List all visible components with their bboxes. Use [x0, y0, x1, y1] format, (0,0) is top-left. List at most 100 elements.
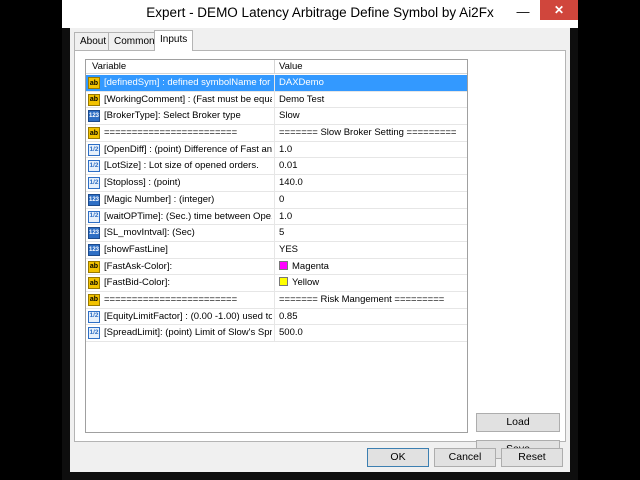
variable-value[interactable]: ======= Slow Broker Setting =========	[279, 127, 465, 138]
color-name: Magenta	[292, 260, 329, 272]
variable-name: [SpreadLimit]: (point) Limit of Slow's S…	[104, 327, 272, 339]
color-swatch	[279, 260, 288, 270]
string-type-icon: ab	[88, 93, 100, 106]
cell-divider	[274, 141, 275, 158]
inputs-panel: Variable Value ab [definedSym] : defined …	[74, 50, 566, 459]
double-type-icon: 1/2	[88, 310, 100, 323]
input-row[interactable]: 1/2 [EquityLimitFactor] : (0.00 -1.00) us…	[86, 308, 467, 326]
input-row[interactable]: 123 [SL_movIntval]: (Sec) 5	[86, 225, 467, 242]
close-button[interactable]: ✕	[540, 0, 578, 20]
cancel-button[interactable]: Cancel	[434, 448, 496, 467]
window-title: Expert - DEMO Latency Arbitrage Define S…	[146, 5, 494, 20]
expert-properties-window: Expert - DEMO Latency Arbitrage Define S…	[62, 0, 578, 480]
variable-value[interactable]: 1.0	[279, 144, 465, 155]
double-type-icon: 1/2	[88, 160, 100, 173]
variable-name: [WorkingComment] : (Fast must be equal..…	[104, 93, 272, 105]
grid-rows: ab [definedSym] : defined symbolName for …	[86, 75, 467, 342]
variable-name: [Magic Number] : (integer)	[104, 193, 215, 205]
column-divider[interactable]	[274, 60, 275, 74]
cell-divider	[274, 108, 275, 125]
integer-type-icon: 123	[88, 243, 100, 256]
cell-divider	[274, 225, 275, 241]
variable-value[interactable]: ======= Risk Mangement =========	[279, 294, 465, 305]
double-type-icon: 1/2	[88, 210, 100, 223]
cell-divider	[274, 208, 275, 225]
variable-name: ========================	[104, 293, 238, 305]
variable-name: [SL_movIntval]: (Sec)	[104, 227, 195, 239]
reset-button[interactable]: Reset	[501, 448, 563, 467]
input-row[interactable]: ab [definedSym] : defined symbolName for …	[86, 75, 467, 92]
cell-divider	[274, 275, 275, 291]
variable-value[interactable]: 500.0	[279, 327, 465, 338]
string-type-icon: ab	[88, 277, 100, 290]
string-type-icon: ab	[88, 127, 100, 140]
cell-divider	[274, 241, 275, 258]
variable-value[interactable]: 5	[279, 227, 465, 238]
input-row[interactable]: ab [FastBid-Color]: Yellow	[86, 275, 467, 292]
variable-name: ========================	[104, 127, 238, 139]
variable-name: [BrokerType]: Select Broker type	[104, 110, 241, 122]
variable-name: [OpenDiff] : (point) Difference of Fast …	[104, 143, 272, 155]
load-button[interactable]: Load	[476, 413, 560, 432]
string-type-icon: ab	[88, 260, 100, 273]
ok-button[interactable]: OK	[367, 448, 429, 467]
integer-type-icon: 123	[88, 193, 100, 206]
tab-common[interactable]: Common	[108, 32, 161, 50]
cell-divider	[274, 258, 275, 275]
column-header-variable[interactable]: Variable	[92, 61, 126, 72]
cell-divider	[274, 175, 275, 191]
double-type-icon: 1/2	[88, 143, 100, 156]
input-row[interactable]: 1/2 [Stoploss] : (point) 140.0	[86, 175, 467, 192]
variable-name: [FastBid-Color]:	[104, 277, 170, 289]
cell-divider	[274, 75, 275, 91]
column-header-value[interactable]: Value	[279, 61, 303, 72]
variable-name: [Stoploss] : (point)	[104, 177, 181, 189]
input-row[interactable]: ab ======================== ======= Slow B…	[86, 125, 467, 142]
variable-value[interactable]: Demo Test	[279, 94, 465, 105]
grid-header: Variable Value	[86, 60, 467, 74]
variable-value[interactable]: 140.0	[279, 177, 465, 188]
variable-value[interactable]: 0.01	[279, 160, 465, 171]
variable-name: [LotSize] : Lot size of opened orders.	[104, 160, 259, 172]
input-row[interactable]: ab [FastAsk-Color]: Magenta	[86, 258, 467, 276]
input-row[interactable]: ab ======================== ======= Risk M…	[86, 291, 467, 309]
title-bar[interactable]: Expert - DEMO Latency Arbitrage Define S…	[62, 0, 578, 28]
variable-value[interactable]: YES	[279, 244, 465, 255]
variable-name: [waitOPTime]: (Sec.) time between Ope...	[104, 210, 272, 222]
variable-name: [showFastLine]	[104, 243, 168, 255]
input-row[interactable]: 1/2 [LotSize] : Lot size of opened orders…	[86, 158, 467, 176]
input-row[interactable]: 123 [showFastLine] YES	[86, 241, 467, 259]
cell-divider	[274, 291, 275, 308]
minimize-button[interactable]: —	[510, 2, 536, 20]
input-row[interactable]: 1/2 [OpenDiff] : (point) Difference of Fa…	[86, 141, 467, 159]
input-row[interactable]: 1/2 [waitOPTime]: (Sec.) time between Ope…	[86, 208, 467, 226]
variable-name: [FastAsk-Color]:	[104, 260, 173, 272]
variable-name: [definedSym] : defined symbolName for 2.…	[104, 77, 272, 88]
variable-value[interactable]: Yellow	[279, 277, 465, 288]
input-row[interactable]: 1/2 [SpreadLimit]: (point) Limit of Slow'…	[86, 325, 467, 342]
input-row[interactable]: 123 [BrokerType]: Select Broker type Slow	[86, 108, 467, 126]
variable-value[interactable]: Magenta	[279, 260, 465, 272]
cell-divider	[274, 91, 275, 108]
variable-value[interactable]: 0	[279, 194, 465, 205]
input-row[interactable]: ab [WorkingComment] : (Fast must be equal…	[86, 91, 467, 109]
integer-type-icon: 123	[88, 110, 100, 123]
variable-name: [EquityLimitFactor] : (0.00 -1.00) used …	[104, 310, 272, 322]
double-type-icon: 1/2	[88, 327, 100, 340]
dialog-client-area: About Common Inputs Variable Value ab [de…	[70, 28, 570, 472]
tab-about[interactable]: About	[74, 32, 113, 50]
variable-value[interactable]: 1.0	[279, 211, 465, 222]
color-name: Yellow	[292, 277, 320, 289]
cell-divider	[274, 125, 275, 141]
variable-value[interactable]: Slow	[279, 110, 465, 121]
variable-value[interactable]: DAXDemo	[279, 77, 465, 88]
integer-type-icon: 123	[88, 227, 100, 240]
variable-value[interactable]: 0.85	[279, 311, 465, 322]
inputs-grid: Variable Value ab [definedSym] : defined …	[85, 59, 468, 433]
input-row[interactable]: 123 [Magic Number] : (integer) 0	[86, 191, 467, 209]
double-type-icon: 1/2	[88, 177, 100, 190]
cell-divider	[274, 325, 275, 341]
cell-divider	[274, 191, 275, 208]
tab-inputs[interactable]: Inputs	[154, 30, 194, 51]
cell-divider	[274, 158, 275, 175]
